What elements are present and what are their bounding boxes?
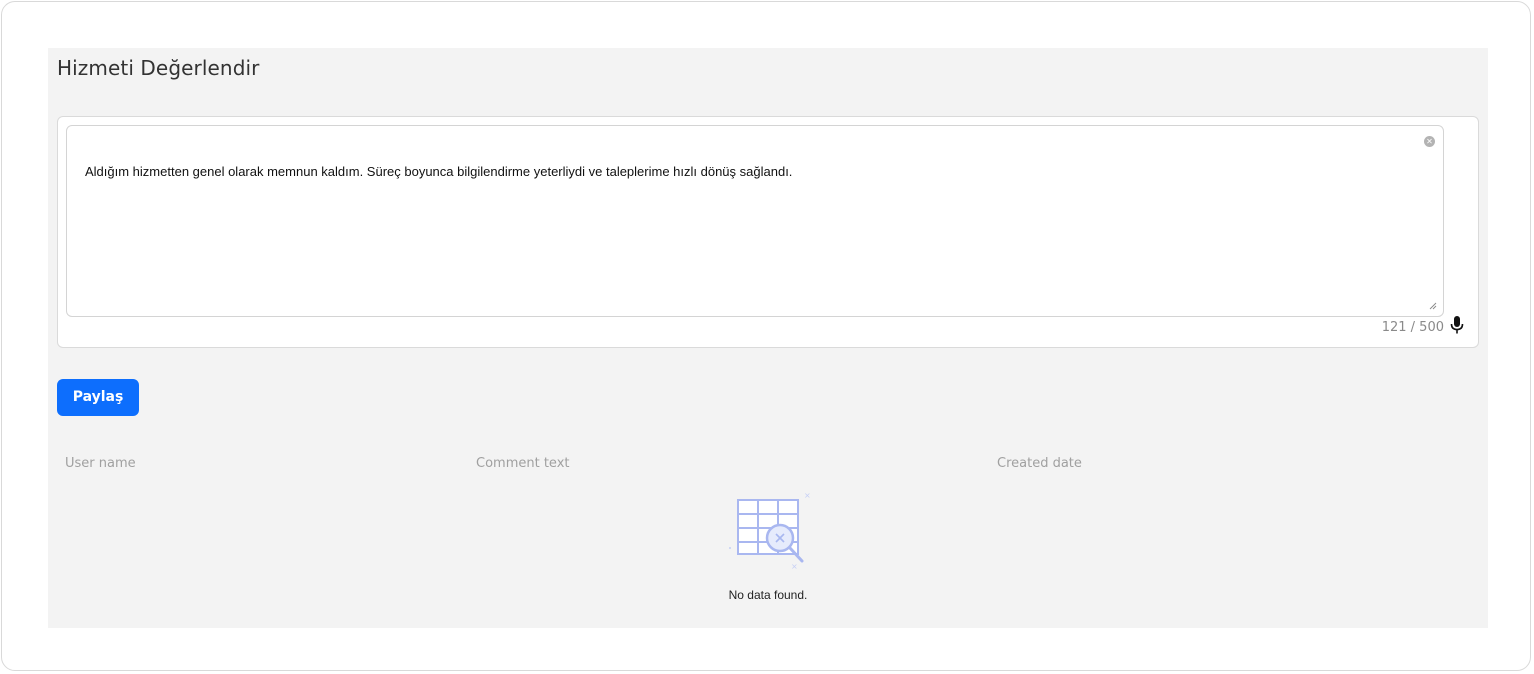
column-header-user-name[interactable]: User name xyxy=(65,456,136,471)
microphone-icon[interactable] xyxy=(1450,316,1464,334)
page-frame: Hizmeti Değerlendir Aldığım hizmetten ge… xyxy=(1,1,1531,671)
no-data-table-search-icon: × × xyxy=(729,491,811,571)
share-button[interactable]: Paylaş xyxy=(57,379,139,416)
column-header-created-date[interactable]: Created date xyxy=(997,456,1082,471)
empty-state-text: No data found. xyxy=(728,588,808,602)
page-title: Hizmeti Değerlendir xyxy=(57,56,260,80)
rating-panel: Hizmeti Değerlendir Aldığım hizmetten ge… xyxy=(48,48,1488,628)
comment-textarea[interactable]: Aldığım hizmetten genel olarak memnun ka… xyxy=(66,125,1444,317)
svg-text:×: × xyxy=(791,562,798,571)
column-header-comment-text[interactable]: Comment text xyxy=(476,456,569,471)
comment-field-card: Aldığım hizmetten genel olarak memnun ka… xyxy=(57,116,1479,348)
character-counter: 121 / 500 xyxy=(1381,320,1444,335)
clear-icon[interactable]: ✕ xyxy=(1424,136,1435,147)
svg-text:×: × xyxy=(804,491,811,500)
comment-textarea-value: Aldığım hizmetten genel olarak memnun ka… xyxy=(85,164,793,179)
resize-handle-icon[interactable] xyxy=(1429,302,1437,310)
